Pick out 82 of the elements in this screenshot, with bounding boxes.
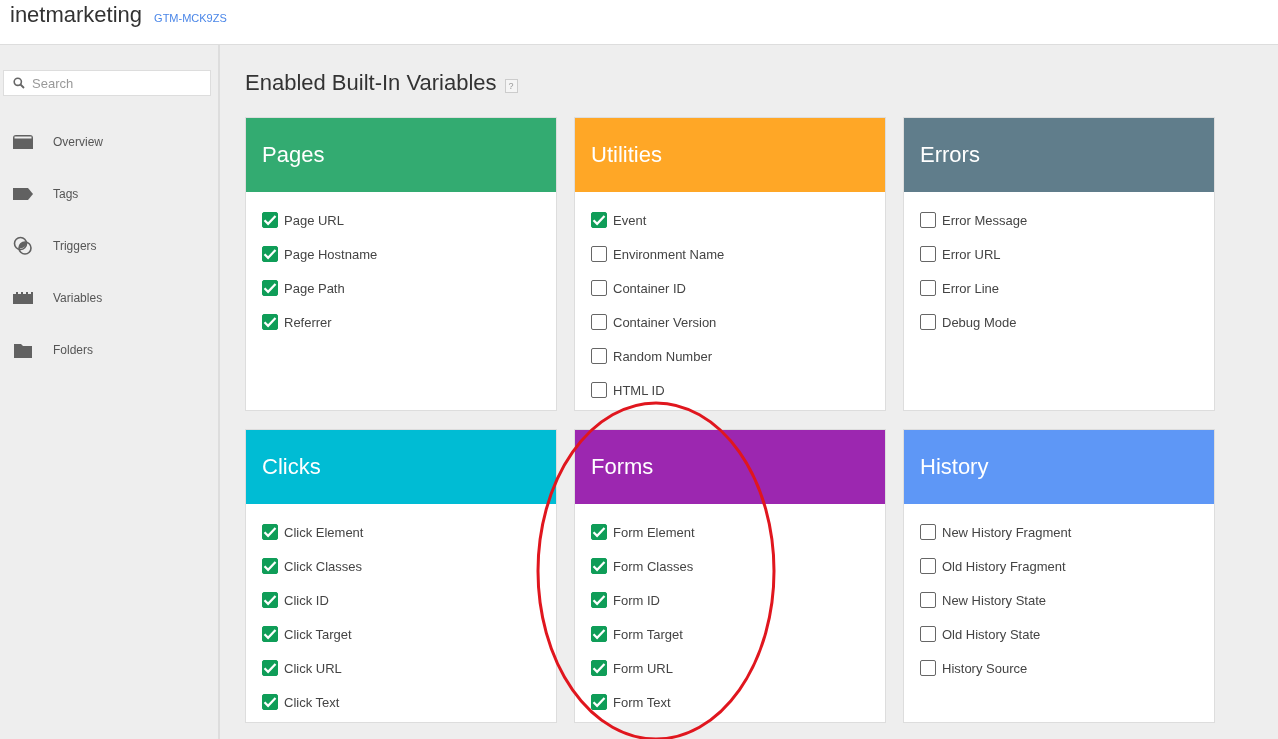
variable-label: Container ID [613,280,686,296]
variable-label: Environment Name [613,246,725,262]
checkbox[interactable] [591,592,607,608]
tag-icon [13,188,33,200]
checkbox[interactable] [591,382,607,398]
variable-label: Form Text [613,694,671,710]
nav-item[interactable]: Folders [3,324,218,376]
card-title: Errors [920,142,980,168]
variable-label: Page Hostname [284,246,378,262]
card-title: Forms [591,454,654,480]
variable-label: New History Fragment [942,524,1072,540]
checkbox[interactable] [920,246,936,262]
nav-item[interactable]: Overview [3,116,218,168]
checkbox[interactable] [591,314,607,330]
checkbox[interactable] [262,314,278,330]
checkbox[interactable] [591,246,607,262]
checkbox[interactable] [591,524,607,540]
variable-label: Form Target [613,626,683,642]
checkbox[interactable] [591,694,607,710]
variable-label: Event [613,212,647,228]
nav-item[interactable]: Triggers [3,220,218,272]
trigger-icon [13,236,33,256]
checkbox[interactable] [920,524,936,540]
variable-label: Error Message [942,212,1028,228]
variable-label: Click Text [284,694,340,710]
checkbox[interactable] [920,212,936,228]
overview-icon [13,135,33,149]
variable-label: Click URL [284,660,342,676]
checkbox[interactable] [920,558,936,574]
checkbox[interactable] [591,558,607,574]
folder-icon [13,342,33,358]
page-title: Enabled Built-In Variables [245,70,497,96]
search-field[interactable]: Search [3,70,211,96]
variable-label: History Source [942,660,1028,676]
variable-label: Container Version [613,314,717,330]
checkbox[interactable] [262,212,278,228]
container-id-link[interactable]: GTM-MCK9ZS [154,12,227,24]
variable-label: HTML ID [613,382,665,398]
variable-label: Form Element [613,524,695,540]
card-title: Clicks [262,454,321,480]
account-name: inetmarketing [10,2,143,28]
variable-label: New History State [942,592,1047,608]
variable-label: Random Number [613,348,712,364]
checkbox[interactable] [262,626,278,642]
building-block-icon [13,292,33,304]
checkbox[interactable] [920,280,936,296]
checkbox[interactable] [920,626,936,642]
variable-label: Form ID [613,592,660,608]
variable-label: Form Classes [613,558,694,574]
nav-item[interactable]: Tags [3,168,218,220]
checkbox[interactable] [262,524,278,540]
nav-item[interactable]: Variables [3,272,218,324]
variable-label: Page Path [284,280,345,296]
variable-label: Debug Mode [942,314,1017,330]
checkbox[interactable] [920,314,936,330]
checkbox[interactable] [262,660,278,676]
variable-label: Click Element [284,524,364,540]
card-title: History [920,454,989,480]
checkbox[interactable] [591,626,607,642]
checkbox[interactable] [262,558,278,574]
checkbox[interactable] [591,348,607,364]
variable-label: Error URL [942,246,1001,262]
checkbox[interactable] [591,660,607,676]
variable-label: Click ID [284,592,329,608]
variable-label: Click Classes [284,558,362,574]
checkbox[interactable] [920,592,936,608]
checkbox[interactable] [262,694,278,710]
checkbox[interactable] [591,212,607,228]
card-title: Pages [262,142,325,168]
card-title: Utilities [591,142,662,168]
variable-label: Old History State [942,626,1041,642]
variable-label: Error Line [942,280,1000,296]
checkbox[interactable] [262,246,278,262]
variable-label: Form URL [613,660,673,676]
variable-label: Page URL [284,212,344,228]
checkbox[interactable] [262,592,278,608]
variable-label: Referrer [284,314,332,330]
checkbox[interactable] [920,660,936,676]
checkbox[interactable] [262,280,278,296]
variable-label: Click Target [284,626,352,642]
checkbox[interactable] [591,280,607,296]
variable-label: Old History Fragment [942,558,1066,574]
